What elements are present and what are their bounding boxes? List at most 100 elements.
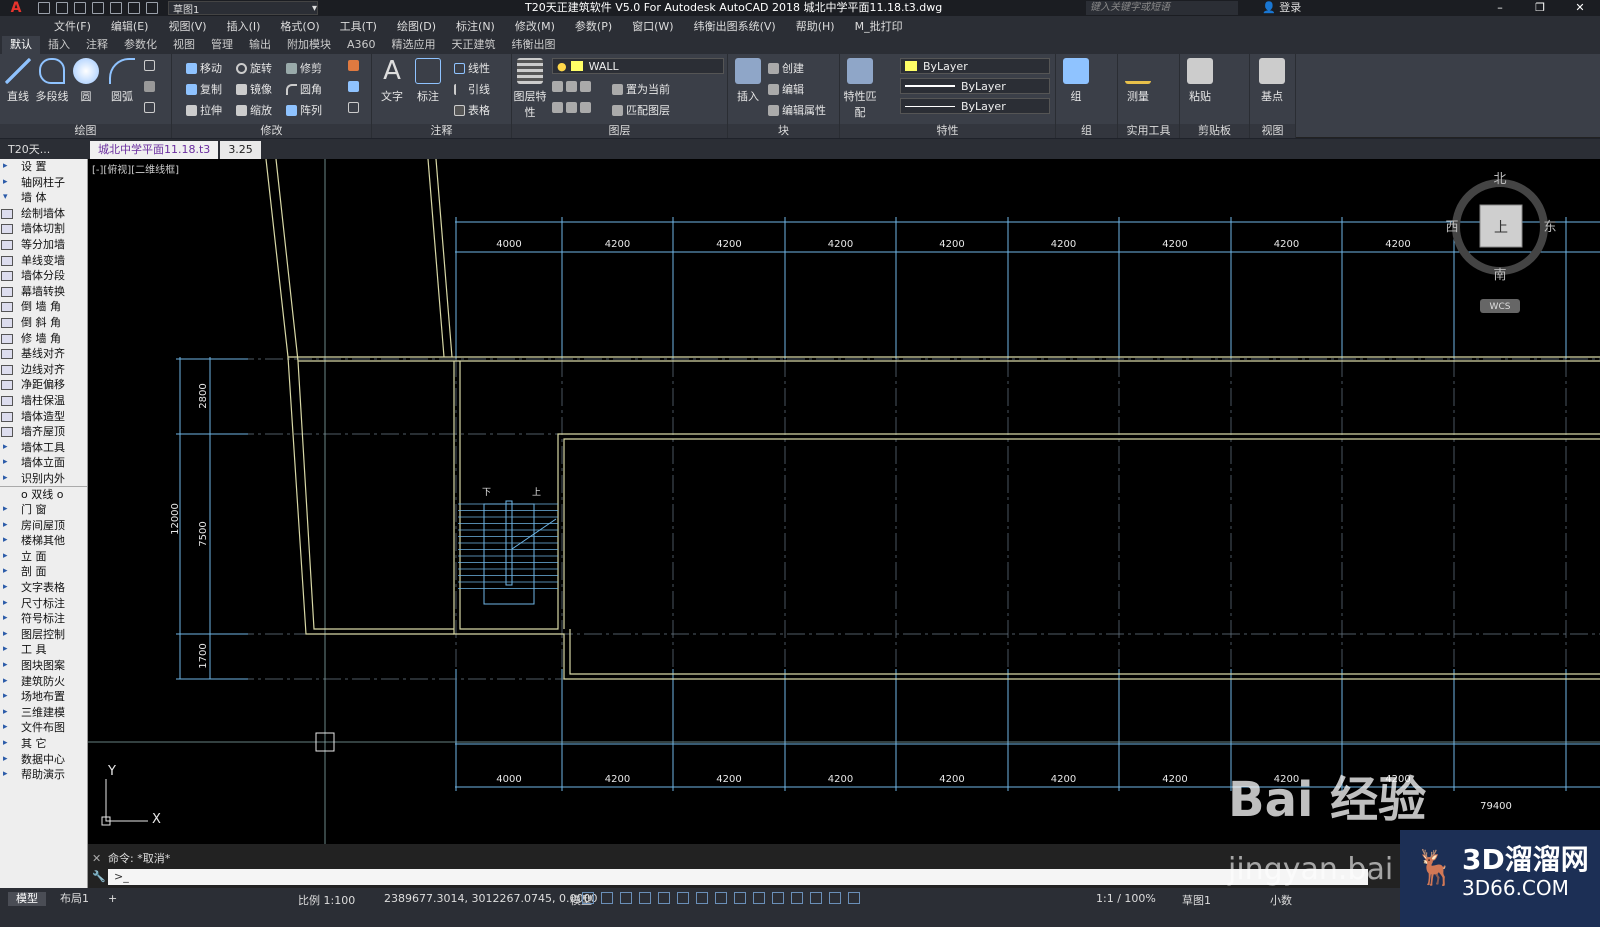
annotation-panel-title[interactable]: 注释: [372, 124, 511, 138]
units-display[interactable]: 小数: [1270, 892, 1292, 908]
search-input[interactable]: 键入关键字或短语: [1086, 1, 1238, 15]
sidebar-item-33[interactable]: ▸ 建筑防火: [0, 674, 87, 690]
sidebar-item-36[interactable]: ▸ 文件布图: [0, 720, 87, 736]
transparency-icon[interactable]: [715, 892, 727, 904]
circle-button[interactable]: 圆: [68, 58, 104, 104]
sidebar-item-7[interactable]: 墙体分段: [0, 268, 87, 284]
stretch-button[interactable]: 拉伸: [186, 102, 222, 118]
sidebar-item-38[interactable]: ▸ 数据中心: [0, 752, 87, 768]
sidebar-item-21[interactable]: o 双线 o: [0, 486, 87, 502]
set-current-button[interactable]: 置为当前: [612, 81, 670, 97]
copy-button[interactable]: 复制: [186, 81, 222, 97]
add-layout-button[interactable]: +: [100, 892, 125, 906]
layer-properties-button[interactable]: 图层特性: [512, 58, 548, 120]
modify-panel-title[interactable]: 修改: [172, 124, 371, 138]
erase-button[interactable]: [348, 60, 359, 71]
snap-icon[interactable]: [601, 892, 613, 904]
sidebar-item-34[interactable]: ▸ 场地布置: [0, 689, 87, 705]
tangent-panel-tab[interactable]: T20天...: [0, 141, 88, 159]
menu-item-9[interactable]: 参数(P): [565, 18, 622, 34]
block-panel-title[interactable]: 块: [728, 124, 839, 138]
dynamic-ucs-icon[interactable]: [772, 892, 784, 904]
offset-button[interactable]: [348, 102, 359, 113]
menu-item-6[interactable]: 绘图(D): [387, 18, 446, 34]
layers-panel-title[interactable]: 图层: [512, 124, 727, 138]
menu-item-0[interactable]: 文件(F): [44, 18, 101, 34]
tab-drawing-active[interactable]: 城北中学平面11.18.t3: [90, 141, 219, 159]
layer-tools-row1[interactable]: [552, 81, 591, 92]
tab-ribbon-3[interactable]: 参数化: [116, 36, 165, 54]
edit-block-button[interactable]: 编辑: [768, 81, 804, 97]
menu-item-2[interactable]: 视图(V): [158, 18, 216, 34]
clipboard-panel-title[interactable]: 剪贴板: [1180, 124, 1249, 138]
drawing-canvas[interactable]: [-][俯视][二维线框] 4000 4200 4200 4200 4200 4200 42…: [88, 159, 1600, 844]
sidebar-item-23[interactable]: ▸ 房间屋顶: [0, 518, 87, 534]
sidebar-item-30[interactable]: ▸ 图层控制: [0, 627, 87, 643]
sidebar-item-35[interactable]: ▸ 三维建模: [0, 705, 87, 721]
menu-item-1[interactable]: 编辑(E): [101, 18, 159, 34]
table-button[interactable]: 表格: [454, 102, 490, 118]
sidebar-item-2[interactable]: ▾ 墙 体: [0, 190, 87, 206]
annotation-scale[interactable]: 1:1 / 100%: [1096, 892, 1156, 905]
sidebar-item-8[interactable]: 幕墙转换: [0, 284, 87, 300]
sidebar-item-9[interactable]: 倒 墙 角: [0, 299, 87, 315]
sidebar-item-4[interactable]: 墙体切割: [0, 221, 87, 237]
tab-ribbon-8[interactable]: A360: [339, 36, 384, 54]
line-button[interactable]: 直线: [0, 58, 36, 104]
properties-panel-title[interactable]: 特性: [840, 124, 1055, 138]
sidebar-item-10[interactable]: 倒 斜 角: [0, 315, 87, 331]
sidebar-item-11[interactable]: 修 墙 角: [0, 331, 87, 347]
leader-button[interactable]: 引线: [454, 81, 490, 97]
grid-icon[interactable]: [582, 892, 594, 904]
tab-ribbon-11[interactable]: 纬衡出图: [504, 36, 564, 54]
menu-item-12[interactable]: 帮助(H): [786, 18, 845, 34]
sidebar-item-6[interactable]: 单线变墙: [0, 253, 87, 269]
workspace-switch[interactable]: 草图1: [1182, 892, 1211, 908]
sidebar-item-13[interactable]: 边线对齐: [0, 362, 87, 378]
sidebar-item-29[interactable]: ▸ 符号标注: [0, 611, 87, 627]
login-button[interactable]: 👤 登录: [1262, 0, 1301, 16]
tab-ribbon-6[interactable]: 输出: [241, 36, 279, 54]
menu-item-11[interactable]: 纬衡出图系统(V): [684, 18, 786, 34]
measure-button[interactable]: 测量: [1120, 58, 1156, 104]
sidebar-item-24[interactable]: ▸ 楼梯其他: [0, 533, 87, 549]
lineweight-dropdown[interactable]: ByLayer: [900, 98, 1050, 114]
sidebar-item-26[interactable]: ▸ 剖 面: [0, 564, 87, 580]
scale-button[interactable]: 缩放: [236, 102, 272, 118]
groups-panel-title[interactable]: 组: [1056, 124, 1117, 138]
menu-item-5[interactable]: 工具(T): [330, 18, 387, 34]
tab-layout1[interactable]: 布局1: [52, 892, 97, 906]
workspace-dropdown[interactable]: 草图1 ▾: [168, 1, 318, 16]
menu-item-8[interactable]: 修改(M): [505, 18, 565, 34]
lineweight-icon[interactable]: [696, 892, 708, 904]
mirror-button[interactable]: 镜像: [236, 81, 272, 97]
edit-attributes-button[interactable]: 编辑属性: [768, 102, 826, 118]
annotation-visibility-icon[interactable]: [829, 892, 841, 904]
sidebar-item-16[interactable]: 墙体造型: [0, 409, 87, 425]
ortho-icon[interactable]: [620, 892, 632, 904]
fillet-button[interactable]: 圆角: [286, 81, 322, 97]
insert-button[interactable]: 插入: [730, 58, 766, 104]
base-point-button[interactable]: 基点: [1254, 58, 1290, 104]
tab-model[interactable]: 模型: [8, 892, 46, 906]
command-input[interactable]: >_: [108, 869, 1368, 885]
group-button[interactable]: 组: [1058, 58, 1094, 104]
tab-ribbon-1[interactable]: 插入: [40, 36, 78, 54]
sidebar-item-3[interactable]: 绘制墙体: [0, 206, 87, 222]
menu-item-7[interactable]: 标注(N): [446, 18, 505, 34]
table-draw-button[interactable]: [144, 102, 155, 113]
sidebar-item-31[interactable]: ▸ 工 具: [0, 642, 87, 658]
text-button[interactable]: A 文字: [374, 58, 410, 104]
sidebar-item-22[interactable]: ▸ 门 窗: [0, 502, 87, 518]
menu-item-3[interactable]: 插入(I): [217, 18, 271, 34]
tab-ribbon-5[interactable]: 管理: [203, 36, 241, 54]
filter-icon[interactable]: [791, 892, 803, 904]
close-command-icon[interactable]: ✕: [92, 852, 101, 865]
sidebar-item-25[interactable]: ▸ 立 面: [0, 549, 87, 565]
linetype-dropdown[interactable]: ByLayer: [900, 78, 1050, 94]
gizmo-icon[interactable]: [810, 892, 822, 904]
dimension-button[interactable]: 标注: [410, 58, 446, 104]
polar-icon[interactable]: [639, 892, 651, 904]
menu-item-13[interactable]: M_批打印: [845, 18, 913, 34]
sidebar-item-39[interactable]: ▸ 帮助演示: [0, 767, 87, 783]
